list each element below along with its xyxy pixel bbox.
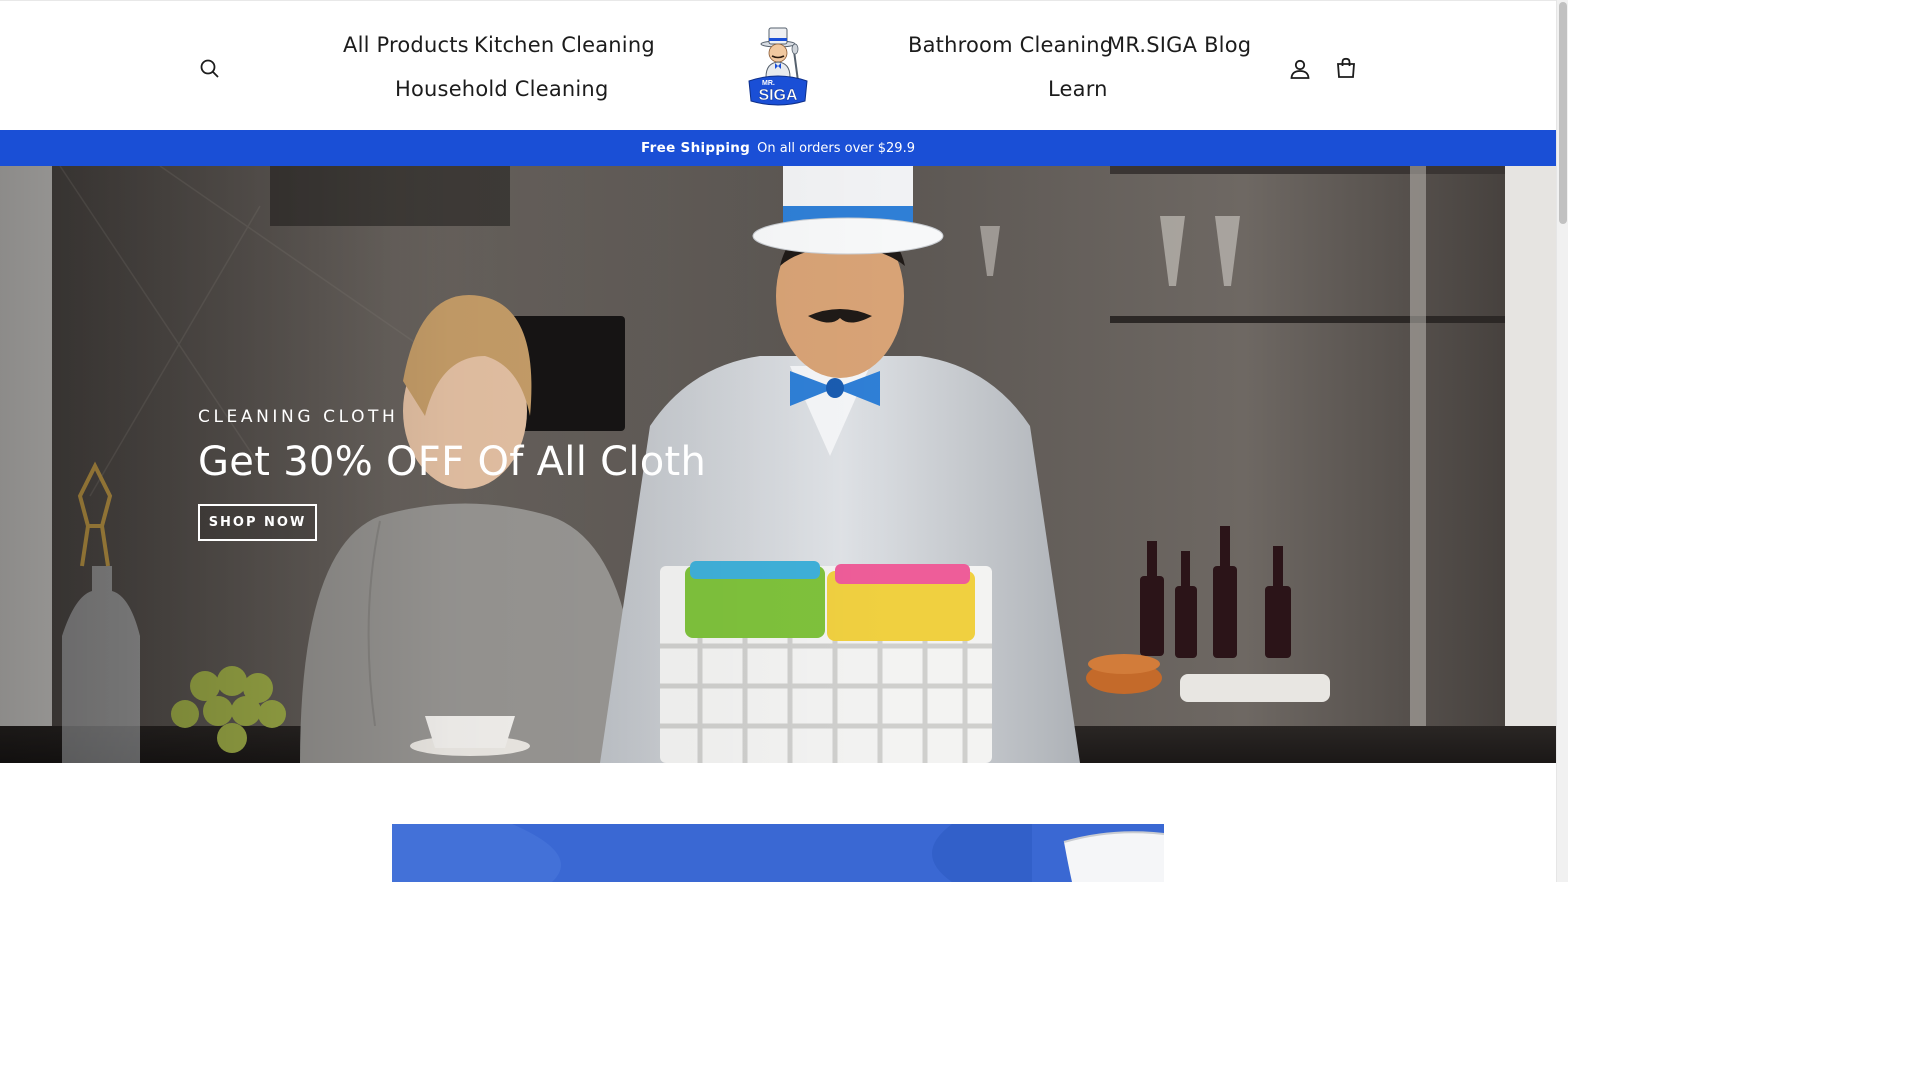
site-logo[interactable]: MR. SIGA (742, 25, 814, 107)
site-header: All Products Kitchen Cleaning Household … (0, 0, 1556, 130)
nav-mrsiga-blog[interactable]: MR.SIGA Blog (1107, 32, 1251, 58)
nav-bathroom-cleaning[interactable]: Bathroom Cleaning (908, 32, 1113, 58)
announcement-text: On all orders over $29.9 (757, 140, 915, 156)
nav-household-cleaning[interactable]: Household Cleaning (395, 76, 608, 102)
hero-copy: CLEANING CLOTH Get 30% OFF Of All Cloth … (198, 406, 898, 541)
promo-banner-image (392, 824, 1164, 882)
svg-text:MR.: MR. (762, 80, 775, 87)
announcement-highlight: Free Shipping (641, 140, 751, 156)
account-button[interactable] (1286, 55, 1314, 83)
hero-title: Get 30% OFF Of All Cloth (198, 439, 707, 485)
user-icon (1290, 59, 1310, 79)
promo-banner[interactable] (392, 824, 1164, 882)
mr-siga-logo-icon: MR. SIGA (748, 27, 808, 106)
nav-all-products[interactable]: All Products (343, 32, 469, 58)
shop-now-button[interactable]: SHOP NOW (198, 504, 317, 541)
svg-text:SIGA: SIGA (758, 87, 798, 104)
cart-icon (1337, 57, 1355, 78)
search-button[interactable] (196, 55, 224, 83)
hero-banner: CLEANING CLOTH Get 30% OFF Of All Cloth … (0, 166, 1556, 763)
nav-kitchen-cleaning[interactable]: Kitchen Cleaning (474, 32, 655, 58)
cart-button[interactable] (1332, 54, 1360, 82)
announcement-bar[interactable]: Free Shipping On all orders over $29.9 (0, 130, 1556, 166)
page-scrollbar[interactable] (1556, 0, 1568, 882)
nav-learn[interactable]: Learn (1048, 76, 1108, 102)
scrollbar-thumb[interactable] (1559, 2, 1567, 224)
hero-subtitle: CLEANING CLOTH (198, 407, 399, 427)
search-icon (200, 59, 219, 78)
